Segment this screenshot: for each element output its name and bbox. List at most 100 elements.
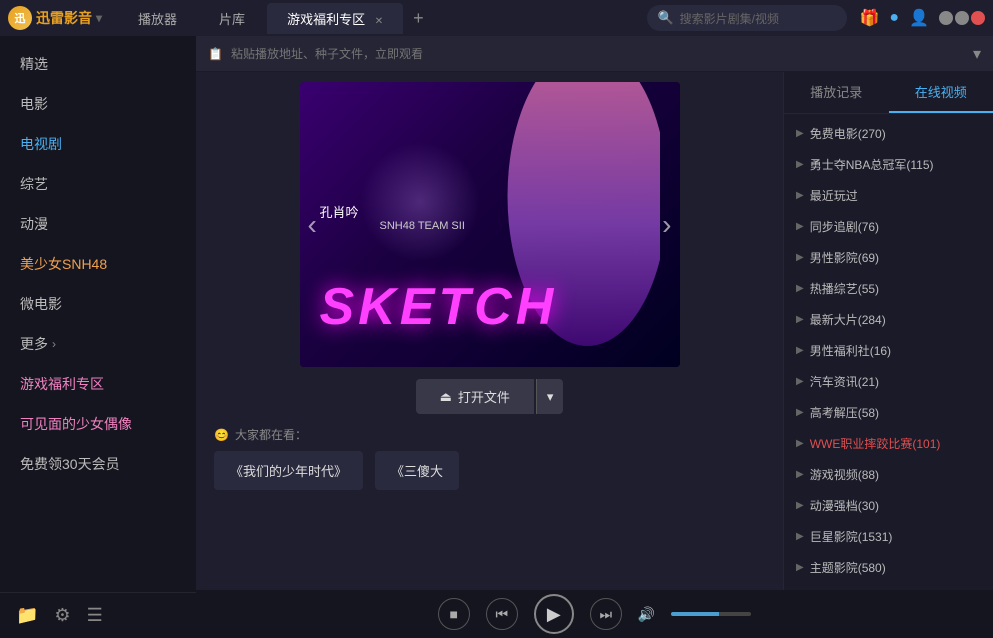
item-label: 免费电影(270) — [810, 125, 981, 142]
urlbar-paste-icon: 📋 — [208, 47, 223, 61]
titlebar-controls: 🎁 ● 👤 — [859, 8, 929, 28]
right-list-item-8[interactable]: ▶ 汽车资讯(21) — [784, 366, 993, 397]
volume-slider[interactable] — [671, 612, 751, 616]
right-list-item-12[interactable]: ▶ 动漫强档(30) — [784, 490, 993, 521]
right-list-item-15[interactable]: ▶ 海外剧场(65) — [784, 583, 993, 590]
tab-playback-history[interactable]: 播放记录 — [784, 72, 889, 113]
main-layout: 精选 电影 电视剧 综艺 动漫 美少女SNH48 微电影 更多 › — [0, 36, 993, 638]
sidebar-item-game[interactable]: 游戏福利专区 — [0, 364, 196, 404]
search-placeholder: 搜索影片剧集/视频 — [680, 10, 779, 27]
right-list-item-3[interactable]: ▶ 同步追剧(76) — [784, 211, 993, 242]
popular-items: 《我们的少年时代》 《三傻大 — [214, 451, 765, 490]
tab-close-icon[interactable]: ✕ — [375, 16, 383, 27]
open-file-dropdown-button[interactable]: ▾ — [536, 379, 564, 414]
item-label: 游戏视频(88) — [810, 466, 981, 483]
right-panel: 播放记录 在线视频 ▶ 免费电影(270) ▶ 勇士夺NBA总冠军(115) — [783, 72, 993, 590]
list-icon[interactable]: ☰ — [87, 605, 103, 626]
arrow-icon: ▶ — [796, 531, 804, 542]
arrow-icon: ▶ — [796, 314, 804, 325]
sidebar-item-movies[interactable]: 电影 — [0, 84, 196, 124]
gift-icon[interactable]: 🎁 — [859, 8, 879, 28]
open-file-button[interactable]: ⏏ 打开文件 — [416, 379, 534, 414]
minimize-button[interactable] — [939, 11, 953, 25]
arrow-icon: ▶ — [796, 221, 804, 232]
item-label: 勇士夺NBA总冠军(115) — [810, 156, 981, 173]
right-list-item-2[interactable]: ▶ 最近玩过 — [784, 180, 993, 211]
arrow-icon: ▶ — [796, 562, 804, 573]
eject-icon: ⏏ — [440, 389, 452, 405]
right-list-item-5[interactable]: ▶ 热播综艺(55) — [784, 273, 993, 304]
video-next-button[interactable]: › — [654, 189, 679, 261]
arrow-icon: ▶ — [796, 252, 804, 263]
popular-label: 😊 大家都在看： — [214, 426, 765, 443]
sidebar-item-vip[interactable]: 免费领30天会员 — [0, 444, 196, 484]
sidebar-item-featured[interactable]: 精选 — [0, 44, 196, 84]
video-section: 孔肖吟 SNH48 TEAM SII SKETCH ‹ › — [196, 72, 783, 590]
arrow-icon: ▶ — [796, 159, 804, 170]
item-label: 主题影院(580) — [810, 559, 981, 576]
sidebar-item-shortfilm[interactable]: 微电影 — [0, 284, 196, 324]
account-icon[interactable]: ● — [889, 9, 899, 27]
arrow-icon: ▶ — [796, 438, 804, 449]
item-label: WWE职业摔跤比赛(101) — [810, 435, 981, 452]
stop-button[interactable]: ■ — [438, 598, 470, 630]
arrow-icon: ▶ — [796, 190, 804, 201]
video-prev-button[interactable]: ‹ — [300, 189, 325, 261]
popular-section: 😊 大家都在看： 《我们的少年时代》 《三傻大 — [206, 422, 773, 494]
right-list-item-7[interactable]: ▶ 男性福利社(16) — [784, 335, 993, 366]
arrow-icon: ▶ — [796, 500, 804, 511]
tab-add-button[interactable]: + — [405, 8, 432, 29]
right-list-item-9[interactable]: ▶ 高考解压(58) — [784, 397, 993, 428]
sidebar-item-idol[interactable]: 可见面的少女偶像 — [0, 404, 196, 444]
user-icon[interactable]: 👤 — [909, 8, 929, 28]
prev-button[interactable]: ⏮ — [486, 598, 518, 630]
arrow-icon: ▶ — [796, 376, 804, 387]
tab-player[interactable]: 播放器 — [118, 3, 197, 34]
tab-library[interactable]: 片库 — [199, 3, 265, 34]
search-bar[interactable]: 🔍 搜索影片剧集/视频 — [647, 5, 847, 31]
item-label: 汽车资讯(21) — [810, 373, 981, 390]
right-list-item-6[interactable]: ▶ 最新大片(284) — [784, 304, 993, 335]
popular-item-0[interactable]: 《我们的少年时代》 — [214, 451, 363, 490]
sidebar-item-more[interactable]: 更多 › — [0, 324, 196, 364]
popular-item-1[interactable]: 《三傻大 — [375, 451, 459, 490]
right-list-item-0[interactable]: ▶ 免费电影(270) — [784, 118, 993, 149]
tab-online-video[interactable]: 在线视频 — [889, 72, 993, 113]
video-background: 孔肖吟 SNH48 TEAM SII SKETCH — [300, 82, 680, 367]
sidebar: 精选 电影 电视剧 综艺 动漫 美少女SNH48 微电影 更多 › — [0, 36, 196, 638]
sidebar-item-variety[interactable]: 综艺 — [0, 164, 196, 204]
urlbar: 📋 ▾ — [196, 36, 993, 72]
arrow-icon: ▶ — [796, 283, 804, 294]
sidebar-item-anime[interactable]: 动漫 — [0, 204, 196, 244]
right-list-item-11[interactable]: ▶ 游戏视频(88) — [784, 459, 993, 490]
app-logo[interactable]: 迅 迅雷影音 ▾ — [8, 6, 102, 30]
settings-icon[interactable]: ⚙ — [54, 605, 70, 626]
sidebar-item-tvshows[interactable]: 电视剧 — [0, 124, 196, 164]
url-input[interactable] — [231, 47, 965, 61]
right-list: ▶ 免费电影(270) ▶ 勇士夺NBA总冠军(115) ▶ 最近玩过 ▶ 同步… — [784, 114, 993, 590]
maximize-button[interactable] — [955, 11, 969, 25]
folder-icon[interactable]: 📁 — [16, 605, 38, 626]
controls-bar: ■ ⏮ ▶ ⏭ 🔊 — [196, 590, 993, 638]
logo-arrow[interactable]: ▾ — [96, 11, 102, 25]
sidebar-item-snh48[interactable]: 美少女SNH48 — [0, 244, 196, 284]
right-list-item-13[interactable]: ▶ 巨星影院(1531) — [784, 521, 993, 552]
item-label: 最近玩过 — [810, 187, 981, 204]
close-button[interactable] — [971, 11, 985, 25]
item-label: 男性影院(69) — [810, 249, 981, 266]
right-list-item-1[interactable]: ▶ 勇士夺NBA总冠军(115) — [784, 149, 993, 180]
right-list-item-4[interactable]: ▶ 男性影院(69) — [784, 242, 993, 273]
volume-icon: 🔊 — [638, 606, 655, 623]
item-label: 高考解压(58) — [810, 404, 981, 421]
right-list-item-10[interactable]: ▶ WWE职业摔跤比赛(101) — [784, 428, 993, 459]
play-button[interactable]: ▶ — [534, 594, 574, 634]
right-list-item-14[interactable]: ▶ 主题影院(580) — [784, 552, 993, 583]
urlbar-chevron-icon[interactable]: ▾ — [973, 44, 981, 64]
next-button[interactable]: ⏭ — [590, 598, 622, 630]
item-label: 巨星影院(1531) — [810, 528, 981, 545]
tab-game[interactable]: 游戏福利专区 ✕ — [267, 3, 403, 34]
sidebar-menu: 精选 电影 电视剧 综艺 动漫 美少女SNH48 微电影 更多 › — [0, 36, 196, 592]
video-artist-name: 孔肖吟 — [320, 202, 359, 221]
item-label: 动漫强档(30) — [810, 497, 981, 514]
video-player: 孔肖吟 SNH48 TEAM SII SKETCH ‹ › — [300, 82, 680, 367]
